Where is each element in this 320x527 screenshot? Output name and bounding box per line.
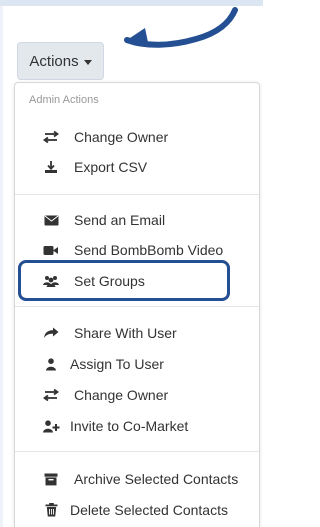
users-icon	[41, 274, 61, 288]
set-groups-label: Set Groups	[74, 273, 145, 289]
video-camera-icon	[41, 243, 61, 257]
actions-button-label: Actions	[29, 52, 79, 70]
actions-dropdown-screenshot: Actions Admin Actions Change Owner Expor…	[0, 0, 263, 527]
actions-button[interactable]: Actions	[17, 42, 104, 80]
change-owner-label: Change Owner	[74, 129, 169, 145]
invite-to-co-market-label: Invite to Co-Market	[70, 418, 189, 434]
menu-divider	[15, 306, 259, 307]
change-owner-second-menu-item[interactable]: Change Owner	[15, 380, 259, 410]
menu-divider	[15, 194, 259, 195]
export-csv-label: Export CSV	[74, 159, 148, 175]
swap-arrows-icon	[41, 388, 61, 402]
delete-selected-contacts-menu-item[interactable]: Delete Selected Contacts	[15, 495, 259, 525]
caret-down-icon	[83, 59, 92, 65]
share-arrow-icon	[41, 326, 61, 340]
assign-to-user-label: Assign To User	[70, 356, 164, 372]
assign-to-user-menu-item[interactable]: Assign To User	[15, 349, 259, 379]
export-csv-menu-item[interactable]: Export CSV	[15, 152, 259, 182]
swap-arrows-icon	[41, 130, 61, 144]
trash-icon	[41, 503, 61, 517]
archive-selected-contacts-label: Archive Selected Contacts	[74, 471, 239, 487]
user-icon	[41, 357, 61, 371]
download-icon	[41, 160, 61, 174]
invite-to-co-market-menu-item[interactable]: Invite to Co-Market	[15, 411, 259, 441]
admin-actions-header: Admin Actions	[29, 94, 99, 106]
change-owner-menu-item[interactable]: Change Owner	[15, 122, 259, 152]
share-with-user-label: Share With User	[74, 325, 177, 341]
user-plus-icon	[41, 419, 61, 433]
actions-dropdown-menu: Admin Actions Change Owner Export CSV Se…	[14, 82, 260, 527]
callout-arrow-icon	[124, 7, 238, 48]
menu-divider	[15, 451, 259, 452]
change-owner-second-label: Change Owner	[74, 387, 169, 403]
send-bombbomb-video-label: Send BombBomb Video	[74, 242, 224, 258]
set-groups-menu-item[interactable]: Set Groups	[15, 266, 259, 296]
send-email-label: Send an Email	[74, 212, 166, 228]
left-border	[0, 6, 3, 527]
delete-selected-contacts-label: Delete Selected Contacts	[70, 502, 228, 518]
share-with-user-menu-item[interactable]: Share With User	[15, 318, 259, 348]
archive-selected-contacts-menu-item[interactable]: Archive Selected Contacts	[15, 464, 259, 494]
envelope-icon	[41, 213, 61, 227]
send-email-menu-item[interactable]: Send an Email	[15, 205, 259, 235]
send-bombbomb-video-menu-item[interactable]: Send BombBomb Video	[15, 235, 259, 265]
archive-icon	[41, 472, 61, 486]
